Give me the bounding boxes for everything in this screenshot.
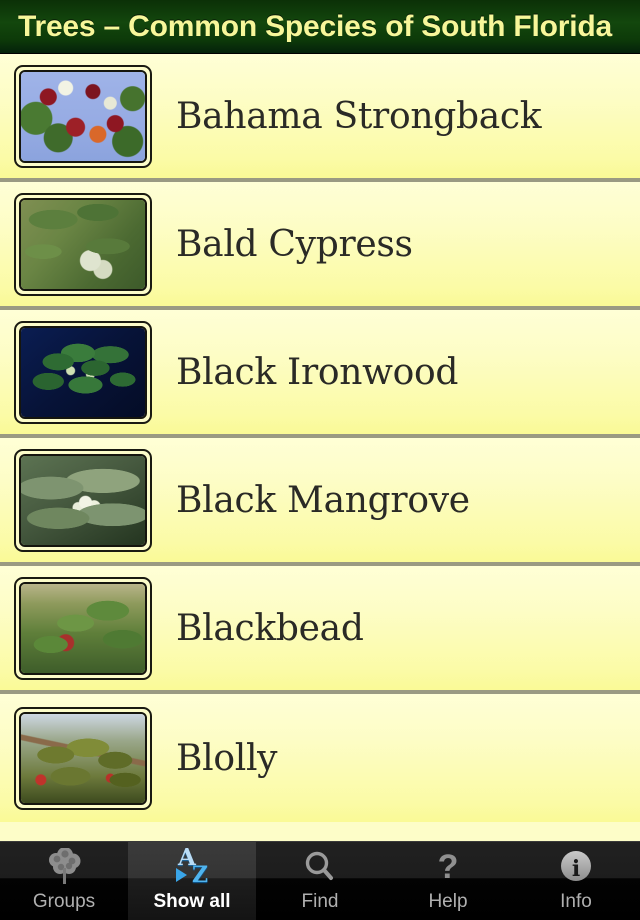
species-thumbnail — [14, 576, 152, 680]
table-row[interactable]: Bald Cypress — [0, 182, 640, 310]
app-root: Trees – Common Species of South Florida … — [0, 0, 640, 920]
tab-label: Info — [560, 891, 592, 912]
bald-cypress-photo-icon — [21, 199, 145, 289]
blolly-photo-icon — [21, 713, 145, 803]
table-row[interactable]: Blolly — [0, 694, 640, 822]
tab-label: Help — [428, 891, 468, 912]
svg-text:?: ? — [438, 848, 459, 886]
species-name: Blackbead — [176, 607, 364, 649]
a-to-z-icon: A Z — [164, 844, 220, 888]
species-thumbnail — [14, 64, 152, 168]
table-row[interactable]: Blackbead — [0, 566, 640, 694]
table-row[interactable]: Black Mangrove — [0, 438, 640, 566]
info-icon: i — [548, 848, 604, 888]
table-row[interactable]: Black Ironwood — [0, 310, 640, 438]
play-triangle-icon — [176, 868, 187, 882]
species-thumbnail — [14, 706, 152, 810]
species-thumbnail — [14, 448, 152, 552]
svg-text:i: i — [572, 856, 580, 882]
species-thumbnail — [14, 192, 152, 296]
tab-show-all[interactable]: A Z Show all — [128, 842, 256, 920]
tab-groups[interactable]: Groups — [0, 842, 128, 920]
species-name: Black Ironwood — [176, 351, 459, 393]
species-name: Bald Cypress — [176, 223, 413, 265]
species-name: Blolly — [176, 737, 278, 779]
tab-label: Groups — [32, 891, 96, 912]
tab-label: Find — [301, 891, 339, 912]
table-row[interactable]: Bahama Strongback — [0, 54, 640, 182]
tab-info[interactable]: i Info — [512, 842, 640, 920]
letter-z-glyph: Z — [192, 862, 209, 888]
species-thumbnail — [14, 320, 152, 424]
species-name: Black Mangrove — [176, 479, 470, 521]
tab-label: Show all — [153, 891, 231, 912]
bahama-strongback-photo-icon — [21, 71, 145, 161]
species-list[interactable]: Bahama Strongback Bald Cypress Black Iro… — [0, 54, 640, 841]
black-mangrove-photo-icon — [21, 455, 145, 545]
tab-find[interactable]: Find — [256, 842, 384, 920]
search-icon — [292, 848, 348, 888]
species-name: Bahama Strongback — [176, 95, 542, 137]
tab-bar: Groups A Z Show all Find ? Help i Info — [0, 841, 640, 920]
blackbead-photo-icon — [21, 583, 145, 673]
tab-help[interactable]: ? Help — [384, 842, 512, 920]
page-title: Trees – Common Species of South Florida — [18, 9, 612, 43]
black-ironwood-photo-icon — [21, 327, 145, 417]
header-bar: Trees – Common Species of South Florida — [0, 0, 640, 54]
tree-icon — [36, 848, 92, 888]
question-mark-icon: ? — [420, 848, 476, 888]
